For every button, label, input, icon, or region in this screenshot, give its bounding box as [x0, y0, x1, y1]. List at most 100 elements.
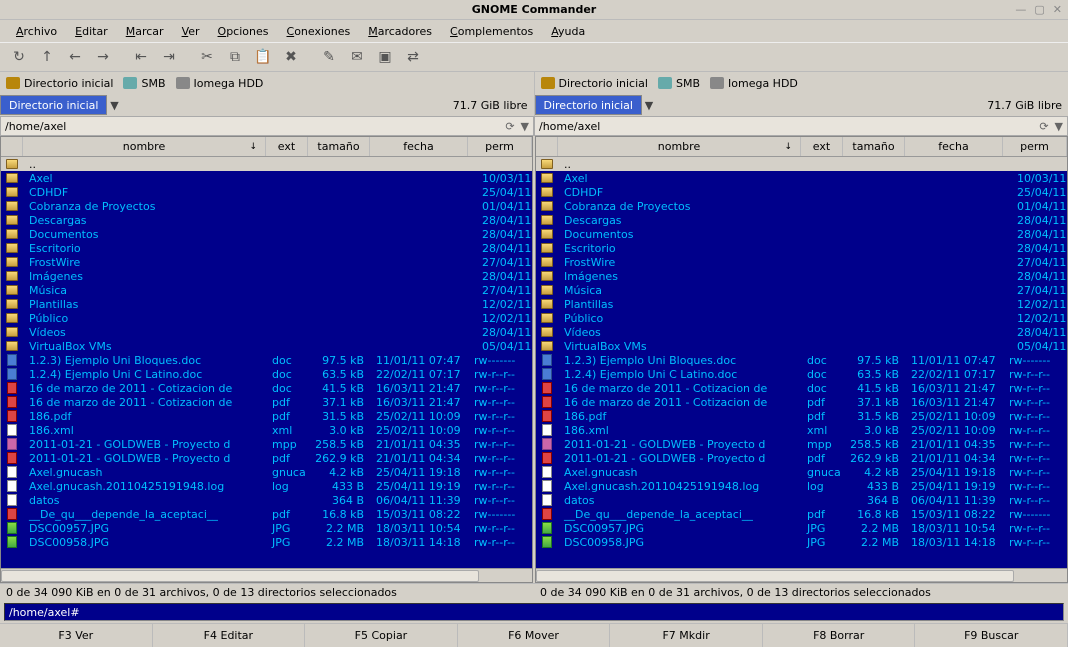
file-row[interactable]: Música27/04/11 23:39rwxr-xr-x — [1, 283, 532, 297]
paste-icon[interactable]: 📋 — [250, 44, 276, 70]
file-row[interactable]: 1.2.3) Ejemplo Uni Bloques.docdoc97.5 kB… — [1, 353, 532, 367]
scrollbar-thumb[interactable] — [1, 570, 479, 582]
col-header-date[interactable]: fecha — [370, 137, 468, 156]
file-row[interactable]: 1.2.3) Ejemplo Uni Bloques.docdoc97.5 kB… — [536, 353, 1067, 367]
scrollbar-thumb[interactable] — [536, 570, 1014, 582]
parent-dir-row[interactable]: .. — [1, 157, 532, 171]
dropdown-icon[interactable]: ▼ — [521, 120, 529, 133]
file-row[interactable]: __De_qu___depende_la_aceptaci__pdf16.8 k… — [1, 507, 532, 521]
terminal-icon[interactable]: ▣ — [372, 44, 398, 70]
file-row[interactable]: 1.2.4) Ejemplo Uni C Latino.docdoc63.5 k… — [536, 367, 1067, 381]
file-row[interactable]: 16 de marzo de 2011 - Cotizacion dedoc41… — [1, 381, 532, 395]
file-row[interactable]: VirtualBox VMs05/04/11 10:16rwxr-xr-x — [1, 339, 532, 353]
horizontal-scrollbar[interactable] — [1, 568, 532, 582]
file-row[interactable]: Axel.gnucash.20110425191948.loglog433 B2… — [1, 479, 532, 493]
file-row[interactable]: 16 de marzo de 2011 - Cotizacion dedoc41… — [536, 381, 1067, 395]
breadcrumb-label[interactable]: Directorio inicial — [535, 95, 642, 115]
file-row[interactable]: 1.2.4) Ejemplo Uni C Latino.docdoc63.5 k… — [1, 367, 532, 381]
fkey-f9[interactable]: F9 Buscar — [915, 624, 1068, 647]
file-row[interactable]: DSC00957.JPGJPG2.2 MB18/03/11 10:54rw-r-… — [536, 521, 1067, 535]
menu-conexiones[interactable]: Conexiones — [279, 23, 359, 40]
file-row[interactable]: datos364 B06/04/11 11:39rw-r--r-- — [1, 493, 532, 507]
file-row[interactable]: 186.pdfpdf31.5 kB25/02/11 10:09rw-r--r-- — [536, 409, 1067, 423]
right-path[interactable]: /home/axel ⟳▼ — [534, 116, 1068, 136]
file-row[interactable]: CDHDF25/04/11 18:56rwxr-xr-x — [1, 185, 532, 199]
menu-opciones[interactable]: Opciones — [210, 23, 277, 40]
history-icon[interactable]: ⟳ — [505, 120, 514, 133]
file-row[interactable]: Vídeos28/04/11 04:40rwxr-xr-x — [1, 325, 532, 339]
col-header-size[interactable]: tamaño — [308, 137, 370, 156]
fkey-f4[interactable]: F4 Editar — [153, 624, 306, 647]
fkey-f7[interactable]: F7 Mkdir — [610, 624, 763, 647]
file-row[interactable]: DSC00958.JPGJPG2.2 MB18/03/11 14:18rw-r-… — [536, 535, 1067, 549]
col-header-perm[interactable]: perm — [1003, 137, 1067, 156]
file-list[interactable]: ..Axel10/03/11 21:35rwx------CDHDF25/04/… — [536, 157, 1067, 568]
connection-iomega-hdd[interactable]: Iomega HDD — [710, 77, 798, 90]
file-row[interactable]: Axel.gnucashgnuca4.2 kB25/04/11 19:18rw-… — [1, 465, 532, 479]
cut-icon[interactable]: ✂ — [194, 44, 220, 70]
remote-icon[interactable]: ⇄ — [400, 44, 426, 70]
refresh-icon[interactable]: ↻ — [6, 44, 32, 70]
file-row[interactable]: Imágenes28/04/11 00:53rwxr-xr-x — [1, 269, 532, 283]
connection-directorio-inicial[interactable]: Directorio inicial — [541, 77, 648, 90]
breadcrumb-label[interactable]: Directorio inicial — [0, 95, 107, 115]
file-row[interactable]: DSC00957.JPGJPG2.2 MB18/03/11 10:54rw-r-… — [1, 521, 532, 535]
file-row[interactable]: Imágenes28/04/11 00:53rwxr-xr-x — [536, 269, 1067, 283]
edit-icon[interactable]: ✎ — [316, 44, 342, 70]
file-row[interactable]: Documentos28/04/11 02:16rwxr-xr-x — [1, 227, 532, 241]
file-row[interactable]: Música27/04/11 23:39rwxr-xr-x — [536, 283, 1067, 297]
file-row[interactable]: 16 de marzo de 2011 - Cotizacion depdf37… — [536, 395, 1067, 409]
file-row[interactable]: 186.xmlxml3.0 kB25/02/11 10:09rw-r--r-- — [1, 423, 532, 437]
file-row[interactable]: DSC00958.JPGJPG2.2 MB18/03/11 14:18rw-r-… — [1, 535, 532, 549]
maximize-icon[interactable]: ▢ — [1034, 3, 1044, 16]
file-row[interactable]: Público12/02/11 14:32rwxr-xr-x — [1, 311, 532, 325]
col-header-icon[interactable] — [536, 137, 558, 156]
forward-icon[interactable]: → — [90, 44, 116, 70]
col-header-name[interactable]: nombre↓ — [558, 137, 801, 156]
parent-dir-row[interactable]: .. — [536, 157, 1067, 171]
close-icon[interactable]: ✕ — [1053, 3, 1062, 16]
file-row[interactable]: 2011-01-21 - GOLDWEB - Proyecto dpdf262.… — [536, 451, 1067, 465]
file-row[interactable]: FrostWire27/04/11 12:18rwxr-xr-x — [536, 255, 1067, 269]
minimize-icon[interactable]: — — [1015, 3, 1026, 16]
left-path[interactable]: /home/axel ⟳▼ — [0, 116, 534, 136]
connection-iomega-hdd[interactable]: Iomega HDD — [176, 77, 264, 90]
menu-complementos[interactable]: Complementos — [442, 23, 541, 40]
menu-archivo[interactable]: Archivo — [8, 23, 65, 40]
file-row[interactable]: 2011-01-21 - GOLDWEB - Proyecto dpdf262.… — [1, 451, 532, 465]
menu-ver[interactable]: Ver — [174, 23, 208, 40]
fkey-f6[interactable]: F6 Mover — [458, 624, 611, 647]
fkey-f3[interactable]: F3 Ver — [0, 624, 153, 647]
last-icon[interactable]: ⇥ — [156, 44, 182, 70]
cmdline-input[interactable]: /home/axel# — [4, 603, 1064, 621]
file-row[interactable]: Escritorio28/04/11 02:34rwxr-xr-x — [1, 241, 532, 255]
file-row[interactable]: CDHDF25/04/11 18:56rwxr-xr-x — [536, 185, 1067, 199]
file-row[interactable]: Cobranza de Proyectos01/04/11 13:22rwxr-… — [536, 199, 1067, 213]
col-header-name[interactable]: nombre↓ — [23, 137, 266, 156]
dropdown-icon[interactable]: ▼ — [642, 99, 656, 112]
file-row[interactable]: __De_qu___depende_la_aceptaci__pdf16.8 k… — [536, 507, 1067, 521]
file-row[interactable]: Axel10/03/11 21:35rwx------ — [1, 171, 532, 185]
fkey-f8[interactable]: F8 Borrar — [763, 624, 916, 647]
delete-icon[interactable]: ✖ — [278, 44, 304, 70]
connection-directorio-inicial[interactable]: Directorio inicial — [6, 77, 113, 90]
file-row[interactable]: 186.pdfpdf31.5 kB25/02/11 10:09rw-r--r-- — [1, 409, 532, 423]
history-icon[interactable]: ⟳ — [1039, 120, 1048, 133]
file-row[interactable]: Escritorio28/04/11 02:34rwxr-xr-x — [536, 241, 1067, 255]
file-row[interactable]: Cobranza de Proyectos01/04/11 13:22rwxr-… — [1, 199, 532, 213]
menu-ayuda[interactable]: Ayuda — [543, 23, 593, 40]
file-row[interactable]: Plantillas12/02/11 14:32rwxr-xr-x — [536, 297, 1067, 311]
back-icon[interactable]: ← — [62, 44, 88, 70]
col-header-size[interactable]: tamaño — [843, 137, 905, 156]
file-row[interactable]: datos364 B06/04/11 11:39rw-r--r-- — [536, 493, 1067, 507]
col-header-icon[interactable] — [1, 137, 23, 156]
file-row[interactable]: 2011-01-21 - GOLDWEB - Proyecto dmpp258.… — [1, 437, 532, 451]
file-row[interactable]: Axel10/03/11 21:35rwx------ — [536, 171, 1067, 185]
dropdown-icon[interactable]: ▼ — [1055, 120, 1063, 133]
file-list[interactable]: ..Axel10/03/11 21:35rwx------CDHDF25/04/… — [1, 157, 532, 568]
col-header-ext[interactable]: ext — [801, 137, 843, 156]
connection-smb[interactable]: SMB — [123, 77, 165, 90]
file-row[interactable]: Descargas28/04/11 02:32rwxr-xr-x — [1, 213, 532, 227]
file-row[interactable]: Plantillas12/02/11 14:32rwxr-xr-x — [1, 297, 532, 311]
horizontal-scrollbar[interactable] — [536, 568, 1067, 582]
